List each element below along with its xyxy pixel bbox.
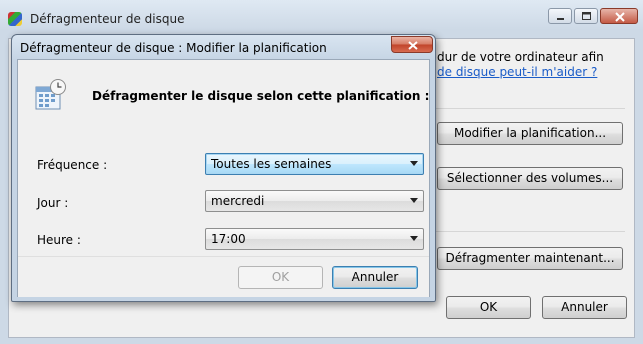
modify-schedule-dialog: Défragmenteur de disque : Modifier la pl… [11,34,436,302]
minimize-button[interactable] [548,8,572,24]
maximize-icon [582,12,591,20]
main-close-button[interactable] [600,8,638,24]
dialog-footer: OK Annuler [18,256,429,297]
frequency-value: Toutes les semaines [211,157,332,171]
minimize-icon [557,18,564,20]
main-ok-button[interactable]: OK [446,296,531,319]
chevron-down-icon [410,161,418,166]
separator [430,108,625,109]
select-volumes-button[interactable]: Sélectionner des volumes... [437,167,623,190]
defragmenter-app-icon [8,12,22,26]
time-value: 17:00 [211,232,246,246]
day-value: mercredi [211,194,265,208]
chevron-down-icon [410,198,418,203]
dialog-cancel-button[interactable]: Annuler [332,266,418,289]
dialog-close-button[interactable] [391,36,433,53]
time-label: Heure : [37,233,81,247]
frequency-label: Fréquence : [37,158,108,172]
help-link[interactable]: de disque peut-il m'aider ? [437,65,597,79]
modify-schedule-button[interactable]: Modifier la planification... [437,122,623,145]
day-label: Jour : [37,196,69,210]
dialog-title: Défragmenteur de disque : Modifier la pl… [20,41,327,55]
time-select[interactable]: 17:00 [205,228,424,250]
close-icon [615,12,625,22]
schedule-heading: Défragmenter le disque selon cette plani… [92,89,430,103]
main-window-title: Défragmenteur de disque [30,12,185,26]
frequency-select[interactable]: Toutes les semaines [205,153,424,175]
main-cancel-button[interactable]: Annuler [542,296,627,319]
maximize-button[interactable] [574,8,598,24]
description-text: dur de votre ordinateur afin [437,50,604,64]
main-window-titlebar[interactable]: Défragmenteur de disque [0,0,643,38]
close-icon [408,41,418,50]
dialog-ok-button[interactable]: OK [238,266,323,289]
chevron-down-icon [410,236,418,241]
day-select[interactable]: mercredi [205,190,424,212]
dialog-client: Défragmenter le disque selon cette plani… [17,59,430,297]
separator [430,231,625,232]
defragment-now-button[interactable]: Défragmenter maintenant... [437,247,623,270]
calendar-clock-icon [35,79,66,110]
